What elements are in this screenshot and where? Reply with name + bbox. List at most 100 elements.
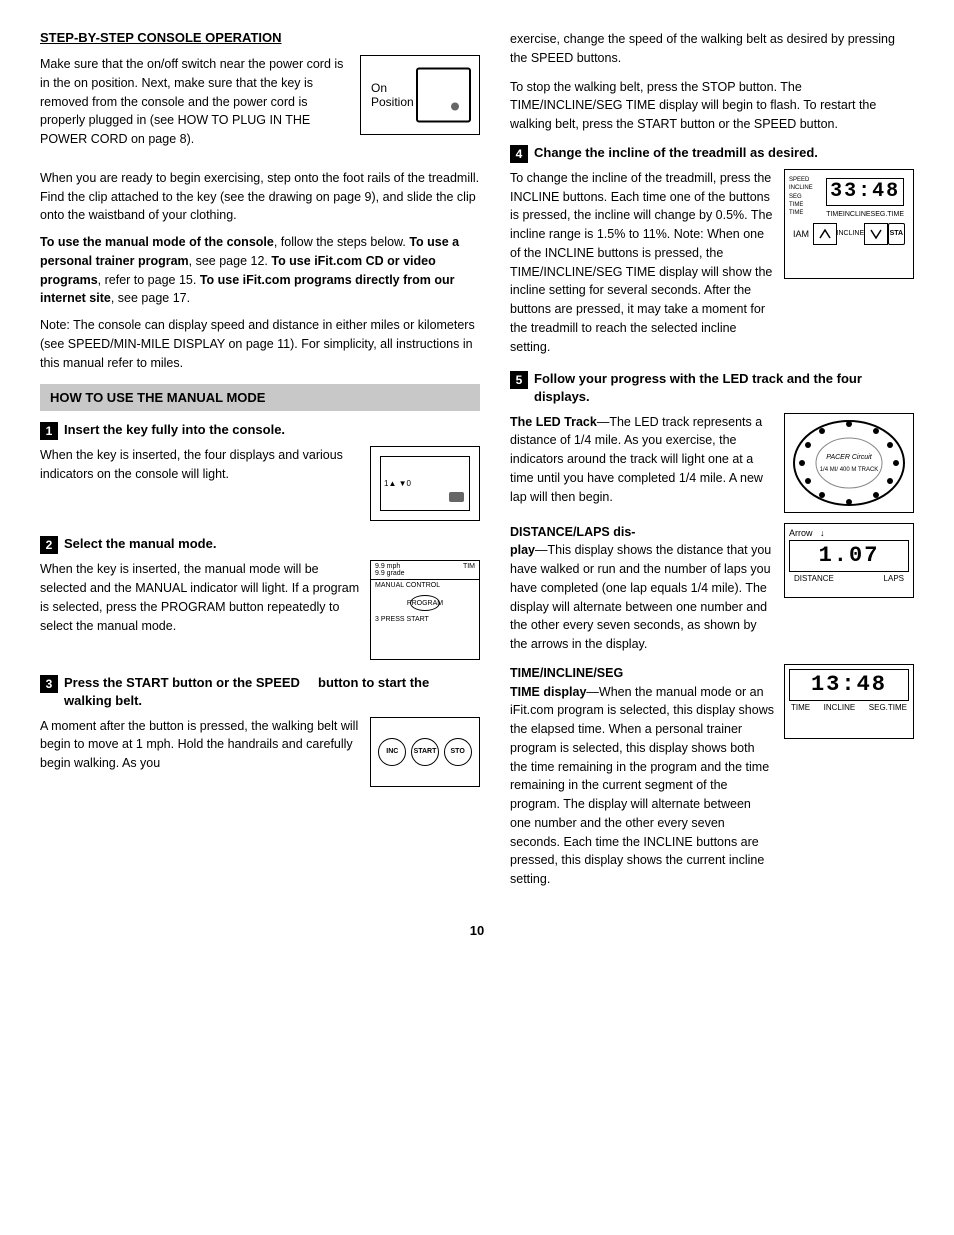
step5-num: 5 (510, 371, 528, 389)
time-label-time: TIME (791, 703, 810, 712)
step4-content: To change the incline of the treadmill, … (510, 169, 914, 357)
time-content: TIME/INCLINE/SEGTIME display—When the ma… (510, 664, 914, 889)
step3-block: 3 Press the START button or the SPEED bu… (40, 674, 480, 786)
step4-diagram: SPEED INCLINE SEG TIME TIME 33:48 TIME I… (784, 169, 914, 357)
dist-labels: DISTANCE LAPS (789, 574, 909, 583)
led-track-content: The LED Track—The LED track represents a… (510, 413, 914, 513)
left-column: STEP-BY-STEP CONSOLE OPERATION Make sure… (40, 30, 480, 903)
incline-label-text: INCLINE (837, 230, 865, 237)
incline-display-value: 33:48 (826, 178, 904, 206)
step1-text: When the key is inserted, the four displ… (40, 446, 360, 521)
step5-header: 5 Follow your progress with the LED trac… (510, 370, 914, 406)
incline-up-btn[interactable] (813, 223, 837, 245)
step1-header: 1 Insert the key fully into the console. (40, 421, 480, 440)
step3-num: 3 (40, 675, 58, 693)
dist-display-value: 1.07 (789, 540, 909, 572)
svg-text:PACER Circuit: PACER Circuit (826, 454, 872, 461)
step3-header: 3 Press the START button or the SPEED bu… (40, 674, 480, 710)
step2-program-row: PROGRAM (371, 591, 479, 615)
step3-diagram: INC START STO (370, 717, 480, 787)
dist-label-laps: LAPS (884, 574, 904, 583)
step4-header: 4 Change the incline of the treadmill as… (510, 144, 914, 163)
step3-start-btn: START (411, 738, 439, 766)
time-text: TIME/INCLINE/SEGTIME display—When the ma… (510, 664, 774, 889)
intro-para-1: Make sure that the on/off switch near th… (40, 55, 350, 149)
time-diag: 13:48 TIME INCLINE SEG.TIME (784, 664, 914, 739)
step2-diag: 9.9 mph9.9 grade TIM MANUAL CONTROL PROG… (370, 560, 480, 660)
step4-block: 4 Change the incline of the treadmill as… (510, 144, 914, 357)
time-label-segtime: SEG.TIME (869, 703, 907, 712)
intro-block: Make sure that the on/off switch near th… (40, 55, 480, 157)
step2-header: 2 Select the manual mode. (40, 535, 480, 554)
distance-content: DISTANCE/LAPS dis-play—This display show… (510, 523, 914, 654)
step2-manual-label: MANUAL CONTROL (371, 580, 479, 591)
step2-diag-top: 9.9 mph9.9 grade TIM (371, 561, 479, 580)
time-label-incline: INCLINE (824, 703, 856, 712)
incline-down-btn[interactable] (864, 223, 888, 245)
distance-diagram: Arrow ↓ 1.07 DISTANCE LAPS (784, 523, 914, 654)
incline-diag: SPEED INCLINE SEG TIME TIME 33:48 TIME I… (784, 169, 914, 279)
step2-diagram: 9.9 mph9.9 grade TIM MANUAL CONTROL PROG… (370, 560, 480, 660)
incline-btn-row: IAM INCLINE STA (785, 221, 913, 247)
step1-content: When the key is inserted, the four displ… (40, 446, 480, 521)
step2-mph: 9.9 mph9.9 grade (375, 563, 405, 577)
led-track-diagram: PACER Circuit 1/4 MI/ 400 M TRACK (784, 413, 914, 513)
step3-diag: INC START STO (370, 717, 480, 787)
step1-diagram: 1▲ ▼0 (370, 446, 480, 521)
step4-title: Change the incline of the treadmill as d… (534, 144, 818, 162)
step1-diag: 1▲ ▼0 (370, 446, 480, 521)
incline-sta-btn[interactable]: STA (888, 223, 905, 245)
step2-title: Select the manual mode. (64, 535, 216, 553)
step5-block: 5 Follow your progress with the LED trac… (510, 370, 914, 889)
time-diagram: 13:48 TIME INCLINE SEG.TIME (784, 664, 914, 889)
step2-press-start: 3 PRESS START (371, 615, 479, 624)
section-title: STEP-BY-STEP CONSOLE OPERATION (40, 30, 480, 45)
time-display-value: 13:48 (789, 669, 909, 701)
led-track-text: The LED Track—The LED track represents a… (510, 413, 774, 513)
step2-num: 2 (40, 536, 58, 554)
step1-block: 1 Insert the key fully into the console.… (40, 421, 480, 521)
incline-side-labels: SPEED INCLINE SEG TIME TIME (789, 176, 817, 218)
step2-program-btn: PROGRAM (410, 595, 440, 611)
step3-title: Press the START button or the SPEED butt… (64, 674, 480, 710)
step5-title: Follow your progress with the LED track … (534, 370, 914, 406)
step2-tim: TIM (463, 563, 475, 577)
right-intro-2: To stop the walking belt, press the STOP… (510, 78, 914, 134)
step3-text: A moment after the button is pressed, th… (40, 717, 360, 787)
step3-content: A moment after the button is pressed, th… (40, 717, 480, 787)
dist-label-distance: DISTANCE (794, 574, 834, 583)
dist-diag: Arrow ↓ 1.07 DISTANCE LAPS (784, 523, 914, 598)
step1-diag-label: 1▲ ▼0 (384, 479, 411, 488)
step2-content: When the key is inserted, the manual mod… (40, 560, 480, 660)
step1-diag-inner: 1▲ ▼0 (380, 456, 470, 511)
step1-num: 1 (40, 422, 58, 440)
intro-para-2: When you are ready to begin exercising, … (40, 169, 480, 225)
intro-para-3: To use the manual mode of the console, f… (40, 233, 480, 308)
step4-num: 4 (510, 145, 528, 163)
svg-text:1/4 MI/ 400 M TRACK: 1/4 MI/ 400 M TRACK (819, 467, 878, 473)
incline-iam-label: IAM (793, 229, 809, 239)
right-column: exercise, change the speed of the walkin… (510, 30, 914, 903)
right-intro-1: exercise, change the speed of the walkin… (510, 30, 914, 68)
step3-inc-btn: INC (378, 738, 406, 766)
step3-stop-btn: STO (444, 738, 472, 766)
led-track-title: The LED Track (510, 415, 597, 429)
incline-display-area: 33:48 TIME INCLINE SEG.TIME (821, 173, 909, 221)
led-oval-svg: PACER Circuit 1/4 MI/ 400 M TRACK (792, 419, 907, 507)
led-diag: PACER Circuit 1/4 MI/ 400 M TRACK (784, 413, 914, 513)
distance-desc: —This display shows the distance that yo… (510, 543, 771, 651)
manual-mode-box: HOW TO USE THE MANUAL MODE (40, 384, 480, 411)
time-labels: TIME INCLINE SEG.TIME (789, 703, 909, 712)
step4-text: To change the incline of the treadmill, … (510, 169, 774, 357)
distance-text: DISTANCE/LAPS dis-play—This display show… (510, 523, 774, 654)
intro-text-1: Make sure that the on/off switch near th… (40, 55, 350, 157)
on-position-diagram: OnPosition (360, 55, 480, 135)
time-desc: —When the manual mode or an iFit.com pro… (510, 685, 774, 887)
bold-manual: To use the manual mode of the console (40, 235, 274, 249)
page-number: 10 (40, 923, 914, 938)
on-position-label: OnPosition (371, 81, 414, 109)
dist-arrow-row: Arrow ↓ (789, 528, 909, 538)
page-container: STEP-BY-STEP CONSOLE OPERATION Make sure… (40, 30, 914, 903)
step2-block: 2 Select the manual mode. When the key i… (40, 535, 480, 660)
incline-display-labels: TIME INCLINE SEG.TIME (821, 211, 909, 218)
